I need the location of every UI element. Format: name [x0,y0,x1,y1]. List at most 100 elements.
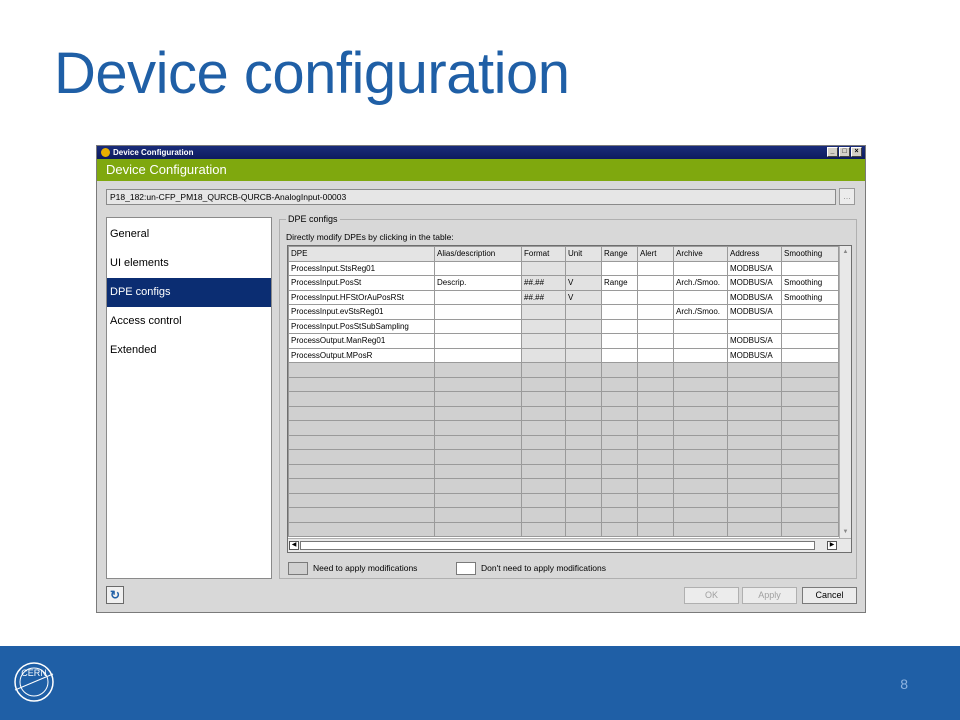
table-row[interactable]: ProcessInput.PosSt Descrip. ##.## V Range Arc… [288,275,839,291]
cell-unit[interactable] [565,347,602,363]
table-row[interactable]: ProcessInput.evStsReg01 Arch./Smoo. MODBUS… [288,304,839,320]
vertical-scrollbar[interactable]: ▲ ▼ [839,246,851,539]
cell-format[interactable]: ##.## [521,275,566,291]
cell-format[interactable] [521,318,566,334]
scroll-left-icon[interactable]: ◀ [289,541,299,550]
cell-format[interactable] [521,260,566,276]
cell-alias[interactable] [434,318,522,334]
cell-smoothing[interactable] [781,333,839,349]
cell-smoothing[interactable] [781,347,839,363]
cell-alias[interactable] [434,289,522,305]
cell-range[interactable] [601,333,638,349]
cell-range[interactable] [601,318,638,334]
column-header-format[interactable]: Format [521,246,566,262]
cell-dpe[interactable]: ProcessInput.HFStOrAuPosRSt [288,289,435,305]
cell-address[interactable]: MODBUS/A [727,333,782,349]
column-header-smoothing[interactable]: Smoothing [781,246,839,262]
table-row[interactable]: ProcessInput.PosStSubSampling [288,318,839,334]
cell-unit[interactable]: V [565,275,602,291]
scroll-up-icon[interactable]: ▲ [841,248,850,257]
scroll-thumb[interactable] [300,541,815,550]
cell-range[interactable] [601,304,638,320]
maximize-icon[interactable]: □ [839,147,850,157]
empty-cell [673,391,728,407]
cell-smoothing[interactable] [781,304,839,320]
cell-address[interactable]: MODBUS/A [727,260,782,276]
cell-format[interactable] [521,347,566,363]
cell-dpe[interactable]: ProcessInput.StsReg01 [288,260,435,276]
minimize-icon[interactable]: _ [827,147,838,157]
cell-dpe[interactable]: ProcessOutput.ManReg01 [288,333,435,349]
cell-address[interactable]: MODBUS/A [727,289,782,305]
cell-alert[interactable] [637,275,674,291]
device-path-button[interactable]: … [839,188,855,205]
cell-archive[interactable] [673,347,728,363]
cell-smoothing[interactable] [781,260,839,276]
cell-alias[interactable] [434,260,522,276]
cell-unit[interactable]: V [565,289,602,305]
cell-range[interactable] [601,289,638,305]
cell-address[interactable]: MODBUS/A [727,304,782,320]
cell-format[interactable] [521,304,566,320]
cell-address[interactable]: MODBUS/A [727,347,782,363]
close-icon[interactable]: × [851,147,862,157]
cell-smoothing[interactable] [781,318,839,334]
cell-unit[interactable] [565,260,602,276]
scroll-down-icon[interactable]: ▼ [841,528,850,537]
cell-alert[interactable] [637,289,674,305]
nav-item-general[interactable]: General [107,220,271,249]
column-header-dpe[interactable]: DPE [288,246,435,262]
column-header-range[interactable]: Range [601,246,638,262]
cell-dpe[interactable]: ProcessInput.PosSt [288,275,435,291]
column-header-alias[interactable]: Alias/description [434,246,522,262]
cell-alias[interactable]: Descrip. [434,275,522,291]
column-header-alert[interactable]: Alert [637,246,674,262]
apply-button[interactable]: Apply [742,587,797,604]
cell-archive[interactable]: Arch./Smoo. [673,304,728,320]
column-header-address[interactable]: Address [727,246,782,262]
cell-alert[interactable] [637,304,674,320]
cell-range[interactable] [601,347,638,363]
nav-item-ui-elements[interactable]: UI elements [107,249,271,278]
cell-address[interactable]: MODBUS/A [727,275,782,291]
cell-range[interactable] [601,260,638,276]
horizontal-scrollbar[interactable]: ◀ ▶ [288,538,851,552]
cell-archive[interactable] [673,333,728,349]
cell-range[interactable]: Range [601,275,638,291]
cell-format[interactable] [521,333,566,349]
ok-button[interactable]: OK [684,587,739,604]
table-row[interactable]: ProcessInput.StsReg01 MODBUS/A [288,260,839,276]
cell-dpe[interactable]: ProcessOutput.MPosR [288,347,435,363]
nav-item-dpe-configs[interactable]: DPE configs [107,278,271,307]
cell-alias[interactable] [434,304,522,320]
cell-archive[interactable] [673,289,728,305]
cell-smoothing[interactable]: Smoothing [781,275,839,291]
cancel-button[interactable]: Cancel [802,587,857,604]
column-header-archive[interactable]: Archive [673,246,728,262]
cell-smoothing[interactable]: Smoothing [781,289,839,305]
cell-unit[interactable] [565,333,602,349]
table-row[interactable]: ProcessOutput.MPosR MODBUS/A [288,347,839,363]
cell-alias[interactable] [434,347,522,363]
cell-alert[interactable] [637,347,674,363]
cell-alert[interactable] [637,260,674,276]
cell-alert[interactable] [637,318,674,334]
cell-archive[interactable]: Arch./Smoo. [673,275,728,291]
table-row[interactable]: ProcessOutput.ManReg01 MODBUS/A [288,333,839,349]
cell-address[interactable] [727,318,782,334]
cell-unit[interactable] [565,318,602,334]
refresh-icon[interactable]: ↻ [106,586,124,604]
table-row[interactable]: ProcessInput.HFStOrAuPosRSt ##.## V MODBUS/… [288,289,839,305]
cell-archive[interactable] [673,260,728,276]
nav-item-access-control[interactable]: Access control [107,307,271,336]
column-header-unit[interactable]: Unit [565,246,602,262]
cell-alias[interactable] [434,333,522,349]
cell-dpe[interactable]: ProcessInput.PosStSubSampling [288,318,435,334]
cell-format[interactable]: ##.## [521,289,566,305]
cell-unit[interactable] [565,304,602,320]
nav-item-extended[interactable]: Extended [107,336,271,365]
cell-alert[interactable] [637,333,674,349]
scroll-right-icon[interactable]: ▶ [827,541,837,550]
cell-dpe[interactable]: ProcessInput.evStsReg01 [288,304,435,320]
cell-archive[interactable] [673,318,728,334]
